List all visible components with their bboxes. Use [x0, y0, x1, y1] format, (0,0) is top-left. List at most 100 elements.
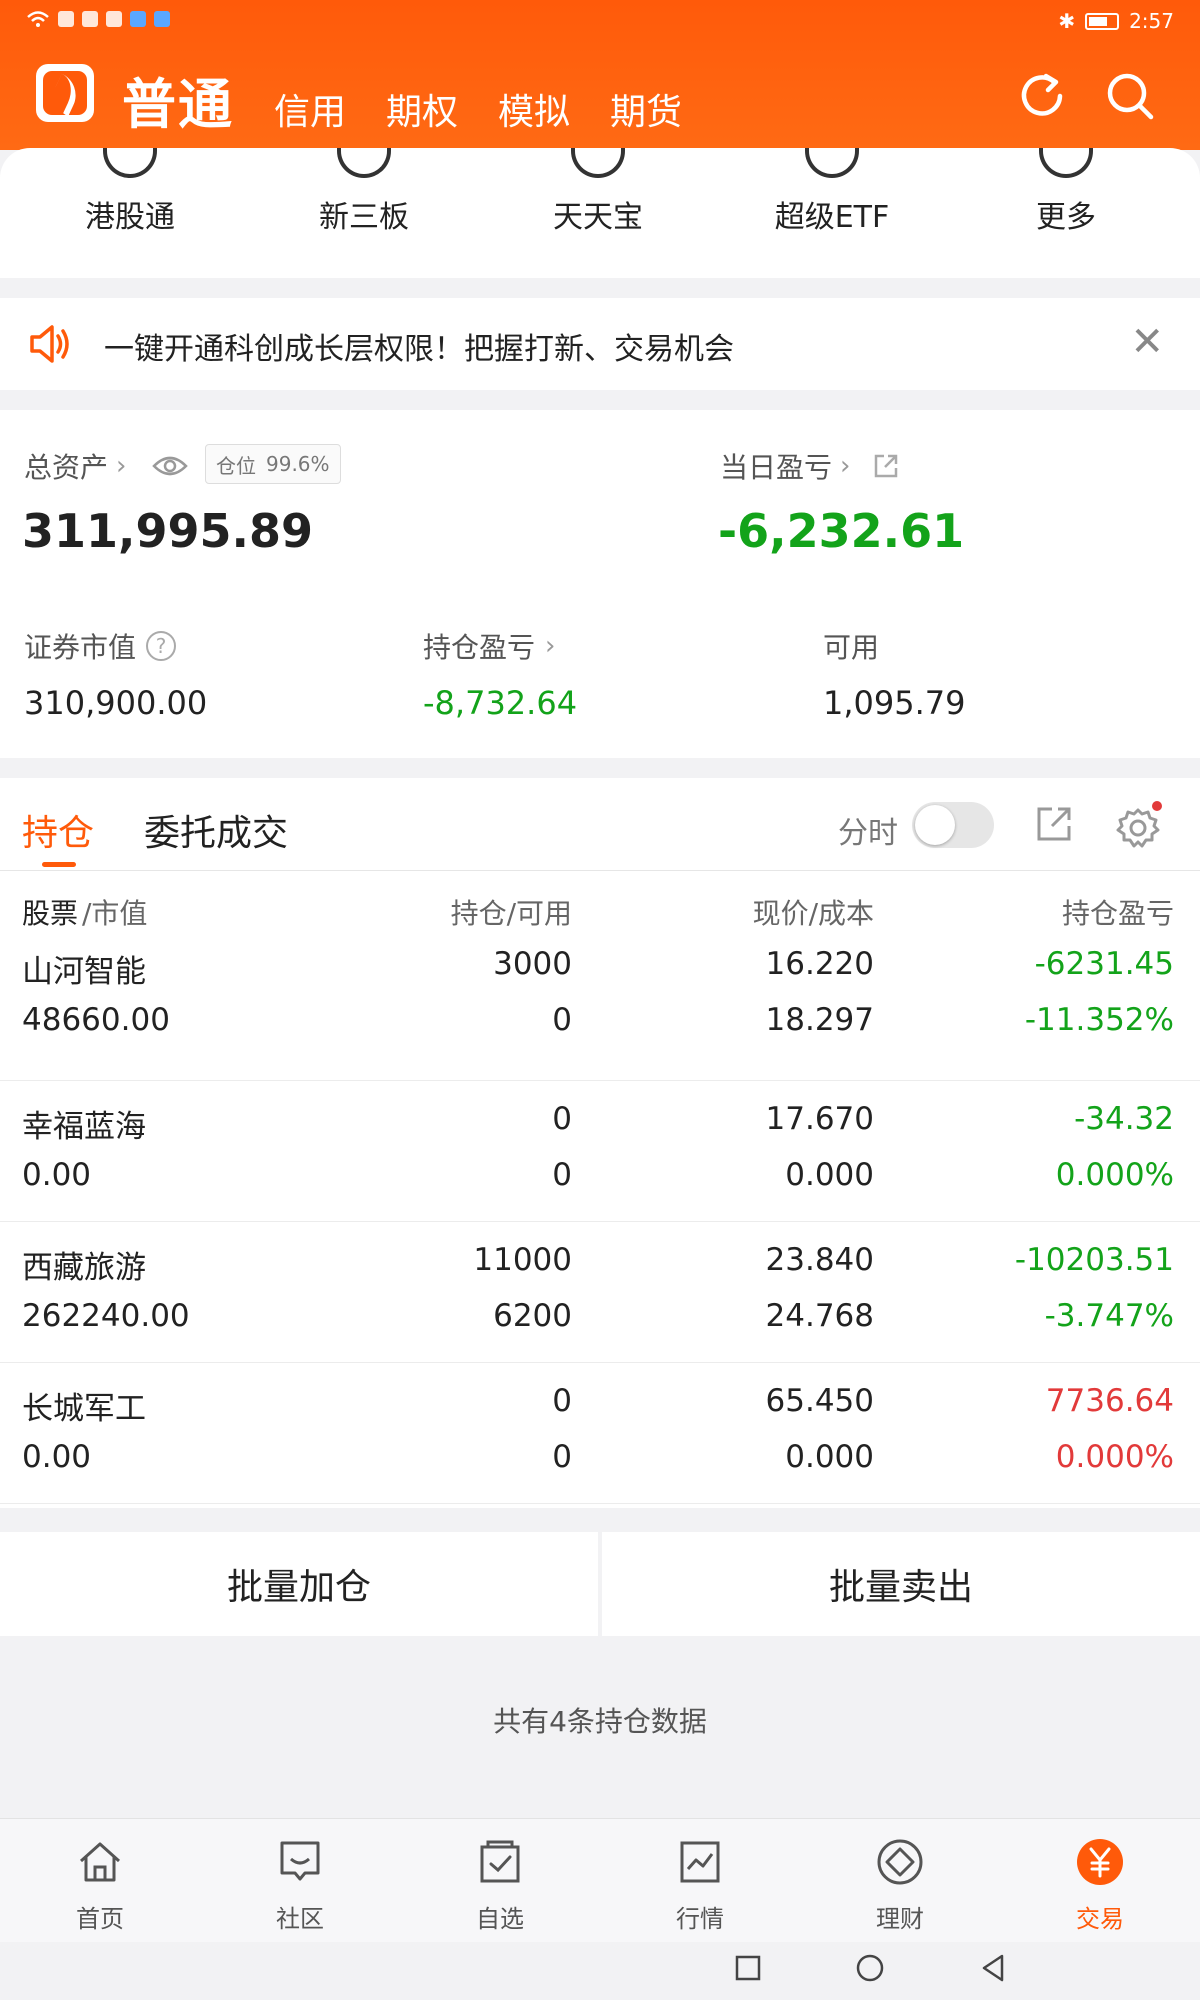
status-icons-left [26, 10, 170, 28]
hk-connect-icon [103, 148, 157, 178]
stock-name: 山河智能 [22, 954, 146, 990]
total-assets-value: 311,995.89 [22, 504, 314, 558]
pl-amount: 7736.64 [1045, 1383, 1174, 1419]
recent-apps-icon[interactable] [734, 1954, 762, 1982]
available-qty: 0 [552, 1002, 572, 1038]
tab-normal[interactable]: 普通 [122, 60, 234, 139]
market-value: 262240.00 [22, 1298, 190, 1334]
holdings-count-text: 共有4条持仓数据 [493, 1705, 707, 1738]
available-qty: 6200 [493, 1298, 572, 1334]
bottom-nav: 首页 社区 自选 行情 理财 交易 [0, 1818, 1200, 1942]
bluetooth-icon: ✱ [1058, 9, 1076, 33]
app-logo [36, 64, 94, 122]
market-value: 310,900.00 [24, 684, 208, 722]
holding-qty: 3000 [493, 946, 572, 982]
tab-options[interactable]: 期权 [386, 83, 458, 139]
help-icon[interactable]: ? [146, 631, 177, 661]
stock-name: 西藏旅游 [22, 1250, 146, 1286]
available-qty: 0 [552, 1157, 572, 1193]
col-pl: 持仓盈亏 [1061, 897, 1174, 930]
nav-watchlist[interactable]: 自选 [440, 1837, 560, 1934]
table-row[interactable]: 幸福蓝海 0.00 0 0 17.670 0.000 -34.32 0.000% [0, 1081, 1200, 1222]
entry-super-etf[interactable]: 超级ETF [752, 148, 912, 236]
daily-pl-link[interactable]: 当日盈亏 › [720, 446, 900, 486]
back-icon[interactable] [978, 1952, 1008, 1984]
holding-qty: 0 [552, 1383, 572, 1419]
current-price: 65.450 [765, 1383, 874, 1419]
close-icon[interactable]: ✕ [1130, 322, 1164, 362]
red-dot-badge [1152, 801, 1162, 811]
notification-icon [154, 11, 170, 27]
daily-pl-label: 当日盈亏 [720, 451, 833, 484]
search-icon[interactable] [1104, 70, 1156, 122]
stock-name: 长城军工 [22, 1391, 146, 1427]
refresh-icon[interactable] [1016, 70, 1068, 122]
batch-sell-button[interactable]: 批量卖出 [602, 1532, 1200, 1636]
nav-community[interactable]: 社区 [240, 1837, 360, 1934]
entry-hk-connect[interactable]: 港股通 [50, 148, 210, 236]
current-price: 16.220 [765, 946, 874, 982]
tab-holdings[interactable]: 持仓 [22, 804, 94, 867]
col-holding: 持仓/可用 [450, 897, 572, 930]
entry-neeq[interactable]: 新三板 [284, 148, 444, 236]
neeq-icon [337, 148, 391, 178]
table-row[interactable]: 西藏旅游 262240.00 11000 6200 23.840 24.768 … [0, 1222, 1200, 1363]
cost-price: 18.297 [765, 1002, 874, 1038]
nav-market[interactable]: 行情 [640, 1837, 760, 1934]
pl-percent: -11.352% [1024, 1002, 1174, 1038]
holding-pl-block[interactable]: 持仓盈亏 › -8,732.64 [423, 626, 577, 722]
total-assets-link[interactable]: 总资产 › [24, 446, 189, 486]
home-icon [79, 1842, 121, 1882]
col-stock-sub: /市值 [82, 897, 148, 930]
market-value-label: 证券市值 [24, 631, 137, 664]
daily-pl-value: -6,232.61 [718, 504, 965, 558]
entry-more[interactable]: 更多 [986, 148, 1146, 236]
tab-orders[interactable]: 委托成交 [144, 804, 288, 856]
cost-price: 0.000 [785, 1157, 874, 1193]
eye-icon[interactable] [152, 454, 189, 478]
nav-wealth[interactable]: 理财 [840, 1837, 960, 1934]
chevron-right-icon: › [545, 631, 556, 661]
table-row[interactable]: 长城军工 0.00 0 0 65.450 0.000 7736.64 0.000… [0, 1363, 1200, 1504]
pl-amount: -34.32 [1074, 1101, 1174, 1137]
divider [0, 870, 1200, 871]
market-value: 48660.00 [22, 1002, 170, 1038]
home-circle-icon[interactable] [854, 1952, 886, 1984]
trade-icon [1077, 1839, 1123, 1885]
status-bar: ✱ 2:57 [0, 0, 1200, 44]
batch-add-button[interactable]: 批量加仓 [0, 1532, 598, 1636]
tab-simulation[interactable]: 模拟 [498, 83, 570, 139]
market-value: 0.00 [22, 1157, 92, 1193]
position-label: 仓位 [216, 453, 256, 478]
entry-tiantianbao[interactable]: 天天宝 [518, 148, 678, 236]
nav-trade[interactable]: 交易 [1040, 1837, 1160, 1934]
notice-banner[interactable]: 一键开通科创成长层权限！把握打新、交易机会 ✕ [0, 298, 1200, 390]
entry-label: 新三板 [319, 200, 409, 235]
watchlist-icon [480, 1840, 520, 1883]
nav-label: 理财 [876, 1905, 924, 1933]
system-nav-bar [0, 1942, 1200, 2000]
table-row[interactable]: 山河智能 48660.00 3000 0 16.220 18.297 -6231… [0, 940, 1200, 1081]
holding-pl-label: 持仓盈亏 [423, 631, 536, 664]
tab-futures[interactable]: 期货 [610, 83, 682, 139]
col-price: 现价/成本 [752, 897, 874, 930]
position-ratio-badge: 仓位 99.6% [205, 444, 341, 484]
share-icon[interactable] [1034, 804, 1074, 844]
intraday-toggle[interactable] [912, 802, 994, 848]
market-value-block: 证券市值 ? 310,900.00 [24, 626, 207, 722]
notification-icon [58, 11, 74, 27]
available-value: 1,095.79 [823, 684, 966, 722]
position-value: 99.6% [266, 452, 330, 476]
share-icon[interactable] [872, 452, 900, 480]
entry-label: 天天宝 [553, 200, 643, 235]
chevron-right-icon: › [116, 451, 127, 481]
nav-home[interactable]: 首页 [40, 1837, 160, 1934]
status-icons-right: ✱ 2:57 [1058, 9, 1174, 33]
holding-qty: 0 [552, 1101, 572, 1137]
app-header: ✱ 2:57 普通 信用 期权 模拟 期货 [0, 0, 1200, 150]
more-icon [1039, 148, 1093, 178]
tab-credit[interactable]: 信用 [274, 83, 346, 139]
settings-icon[interactable] [1114, 800, 1164, 850]
cost-price: 0.000 [785, 1439, 874, 1475]
etf-icon [805, 148, 859, 178]
